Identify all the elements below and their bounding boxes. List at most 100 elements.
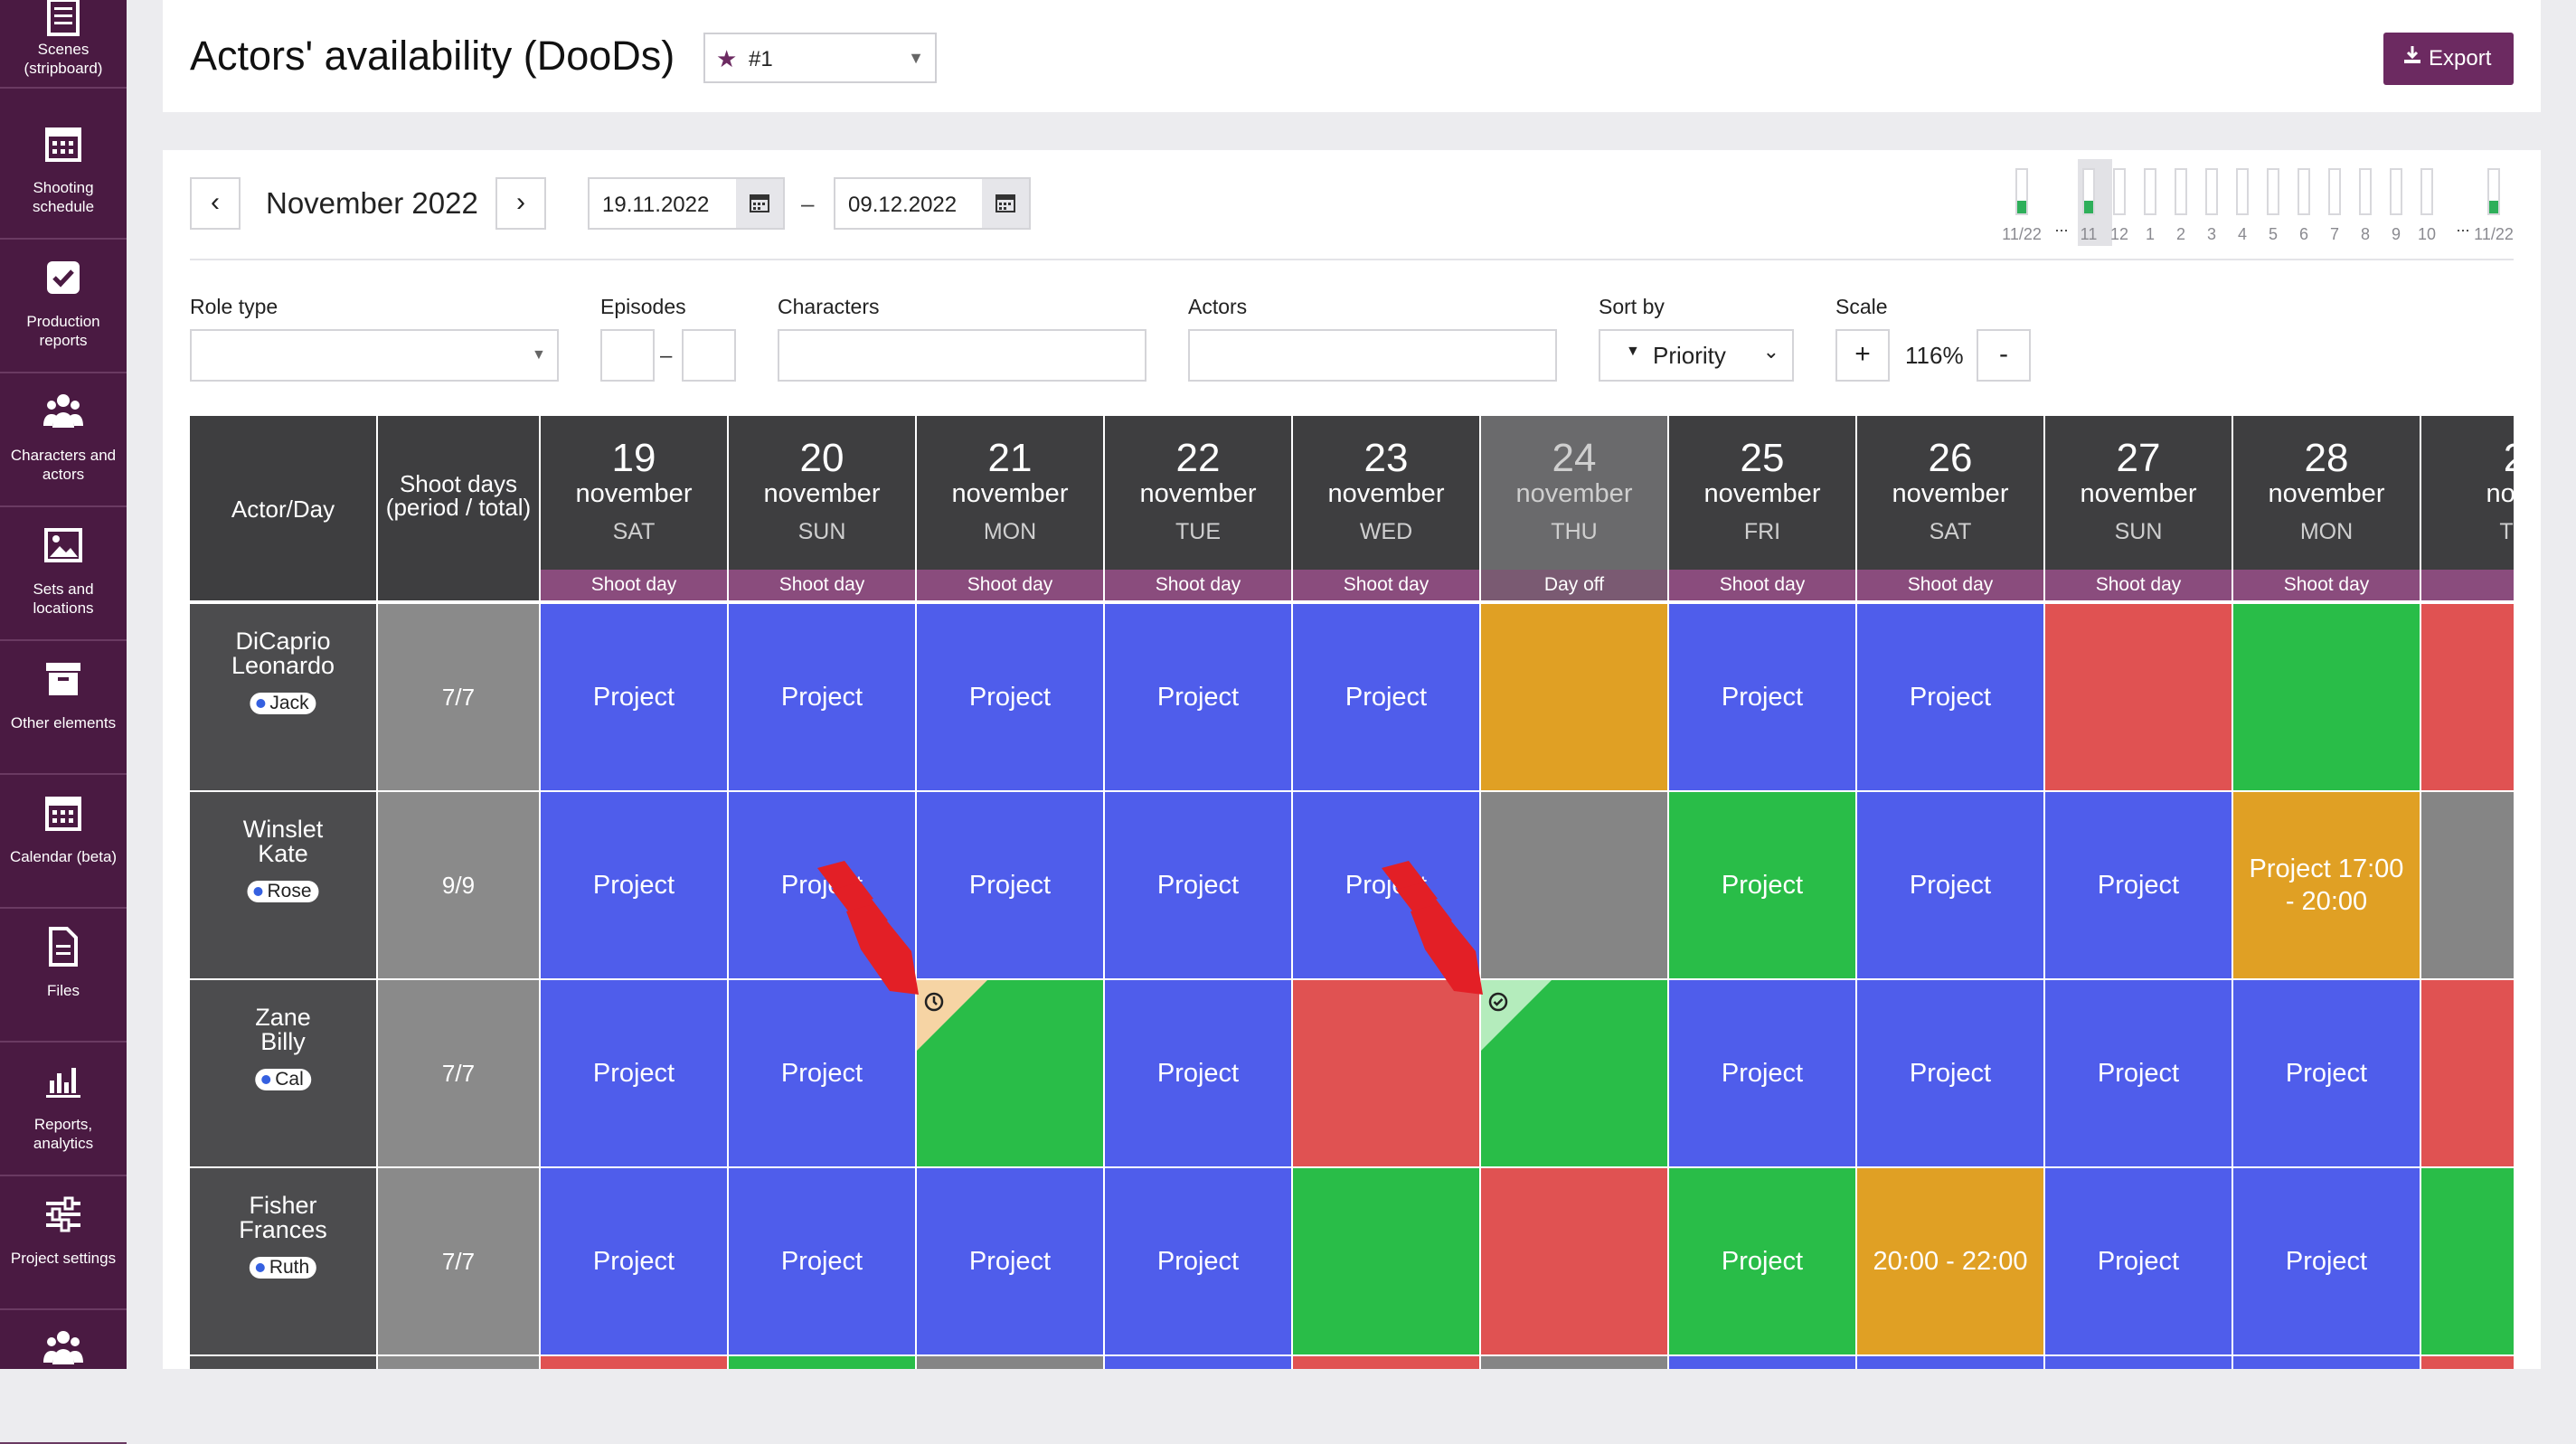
availability-cell[interactable] bbox=[2233, 1356, 2420, 1369]
availability-cell[interactable] bbox=[729, 1356, 915, 1369]
timeline-bar[interactable] bbox=[2015, 168, 2028, 215]
availability-cell[interactable]: Project bbox=[1669, 1168, 1855, 1354]
actor-cell[interactable]: Winslet Kate Rose bbox=[190, 792, 376, 978]
timeline-bar[interactable] bbox=[2420, 168, 2433, 215]
timeline-bar[interactable] bbox=[2359, 168, 2372, 215]
prev-month-button[interactable]: ‹ bbox=[190, 177, 241, 230]
sidebar-item-files[interactable]: Files bbox=[0, 909, 127, 1043]
actor-cell[interactable]: DiCaprio Leonardo Jack bbox=[190, 604, 376, 790]
availability-cell[interactable] bbox=[2421, 1356, 2514, 1369]
export-button[interactable]: Export bbox=[2383, 33, 2514, 85]
availability-cell[interactable]: Project bbox=[541, 604, 727, 790]
next-month-button[interactable]: › bbox=[495, 177, 546, 230]
availability-cell[interactable]: Project bbox=[917, 1168, 1103, 1354]
sliders-icon bbox=[43, 1194, 83, 1234]
timeline-bar[interactable] bbox=[2175, 168, 2187, 215]
availability-cell[interactable] bbox=[2421, 792, 2514, 978]
timeline-bar[interactable] bbox=[2144, 168, 2156, 215]
sidebar-item-project-settings[interactable]: Project settings bbox=[0, 1176, 127, 1310]
episode-from-input[interactable] bbox=[600, 329, 655, 382]
actor-cell[interactable]: Fisher Frances Ruth bbox=[190, 1168, 376, 1354]
sort-by-select[interactable]: ▼ Priority ⌄ bbox=[1599, 329, 1794, 382]
availability-cell[interactable]: Project bbox=[541, 980, 727, 1166]
availability-cell[interactable] bbox=[917, 980, 1103, 1166]
sidebar-item-reports-analytics[interactable]: Reports, analytics bbox=[0, 1043, 127, 1176]
availability-cell[interactable] bbox=[2233, 604, 2420, 790]
calendar-icon[interactable] bbox=[736, 179, 783, 228]
availability-cell[interactable]: Project bbox=[1105, 792, 1291, 978]
timeline-bar[interactable] bbox=[2390, 168, 2402, 215]
sidebar-item-production-reports[interactable]: Production reports bbox=[0, 240, 127, 373]
availability-cell[interactable]: Project bbox=[1857, 792, 2043, 978]
sidebar-item-other-elements[interactable]: Other elements bbox=[0, 641, 127, 775]
timeline-bar[interactable] bbox=[2328, 168, 2341, 215]
availability-cell[interactable] bbox=[1293, 1356, 1479, 1369]
availability-cell[interactable]: Project bbox=[1105, 1168, 1291, 1354]
availability-cell[interactable] bbox=[1481, 980, 1667, 1166]
availability-cell[interactable] bbox=[1857, 1356, 2043, 1369]
scale-minus-button[interactable]: - bbox=[1977, 329, 2031, 382]
sidebar-item-shooting-schedule[interactable]: Shooting schedule bbox=[0, 106, 127, 240]
availability-cell[interactable] bbox=[1481, 1356, 1667, 1369]
view-select[interactable]: ★ #1 ▼ bbox=[703, 33, 937, 83]
availability-cell[interactable] bbox=[2045, 1356, 2232, 1369]
availability-cell[interactable]: Project bbox=[1857, 980, 2043, 1166]
availability-cell[interactable] bbox=[1293, 980, 1479, 1166]
availability-cell[interactable] bbox=[1481, 1168, 1667, 1354]
availability-cell[interactable]: Project 17:00 - 20:00 bbox=[2233, 792, 2420, 978]
availability-cell[interactable]: Project bbox=[541, 1168, 727, 1354]
availability-cell[interactable]: 20:00 - 22:00 bbox=[1857, 1168, 2043, 1354]
sidebar-item-calendar-beta[interactable]: Calendar (beta) bbox=[0, 775, 127, 909]
role-type-select[interactable] bbox=[190, 329, 559, 382]
availability-cell[interactable]: Project bbox=[1105, 980, 1291, 1166]
availability-cell[interactable] bbox=[917, 1356, 1103, 1369]
availability-cell[interactable]: Project bbox=[1669, 980, 1855, 1166]
availability-cell[interactable]: Project bbox=[729, 604, 915, 790]
start-date-field[interactable]: 19.11.2022 bbox=[588, 177, 785, 230]
timeline-bar[interactable] bbox=[2298, 168, 2310, 215]
timeline-bar[interactable] bbox=[2267, 168, 2279, 215]
calendar-icon[interactable] bbox=[982, 179, 1029, 228]
availability-cell[interactable] bbox=[1481, 604, 1667, 790]
sidebar-item-characters-and-actors[interactable]: Characters and actors bbox=[0, 373, 127, 507]
availability-cell[interactable]: Project bbox=[2233, 1168, 2420, 1354]
characters-input[interactable] bbox=[778, 329, 1146, 382]
scale-plus-button[interactable]: + bbox=[1835, 329, 1890, 382]
availability-cell[interactable]: Project bbox=[541, 792, 727, 978]
availability-cell[interactable]: Project bbox=[1105, 604, 1291, 790]
availability-cell[interactable]: Project bbox=[2045, 1168, 2232, 1354]
availability-cell[interactable]: Project bbox=[917, 604, 1103, 790]
availability-cell[interactable]: Project bbox=[2045, 980, 2232, 1166]
availability-cell[interactable]: Project bbox=[729, 980, 915, 1166]
availability-cell[interactable] bbox=[2421, 980, 2514, 1166]
actors-input[interactable] bbox=[1188, 329, 1557, 382]
availability-cell[interactable]: Project bbox=[1857, 604, 2043, 790]
availability-cell[interactable] bbox=[2421, 604, 2514, 790]
availability-cell[interactable]: Project bbox=[729, 1168, 915, 1354]
availability-cell[interactable] bbox=[541, 1356, 727, 1369]
sidebar-item-sets-and-locations[interactable]: Sets and locations bbox=[0, 507, 127, 641]
availability-cell[interactable]: Project bbox=[2045, 792, 2232, 978]
availability-cell[interactable] bbox=[1669, 1356, 1855, 1369]
episode-to-input[interactable] bbox=[682, 329, 736, 382]
availability-cell[interactable] bbox=[1293, 1168, 1479, 1354]
timeline-bar[interactable] bbox=[2082, 168, 2095, 215]
sidebar-item-scenes-stripboard[interactable]: Scenes (stripboard) bbox=[0, 0, 127, 89]
availability-cell[interactable] bbox=[1105, 1356, 1291, 1369]
availability-cell[interactable]: Project bbox=[1669, 792, 1855, 978]
availability-cell[interactable]: Project bbox=[1669, 604, 1855, 790]
day-header: 26 november SAT Shoot day bbox=[1857, 416, 2043, 600]
timeline-bar[interactable] bbox=[2487, 168, 2500, 215]
availability-cell[interactable]: Project bbox=[2233, 980, 2420, 1166]
timeline-bar[interactable] bbox=[2205, 168, 2218, 215]
timeline-bar[interactable] bbox=[2113, 168, 2126, 215]
actor-cell[interactable]: Zane Billy Cal bbox=[190, 980, 376, 1166]
end-date-field[interactable]: 09.12.2022 bbox=[834, 177, 1031, 230]
timeline-bar[interactable] bbox=[2236, 168, 2249, 215]
sidebar-item-more[interactable] bbox=[0, 1310, 127, 1444]
availability-cell[interactable]: Project bbox=[1293, 604, 1479, 790]
availability-cell[interactable] bbox=[2045, 604, 2232, 790]
actor-cell[interactable] bbox=[190, 1356, 376, 1369]
cell-label: Project 17:00 - 20:00 bbox=[2249, 854, 2404, 916]
availability-cell[interactable] bbox=[2421, 1168, 2514, 1354]
